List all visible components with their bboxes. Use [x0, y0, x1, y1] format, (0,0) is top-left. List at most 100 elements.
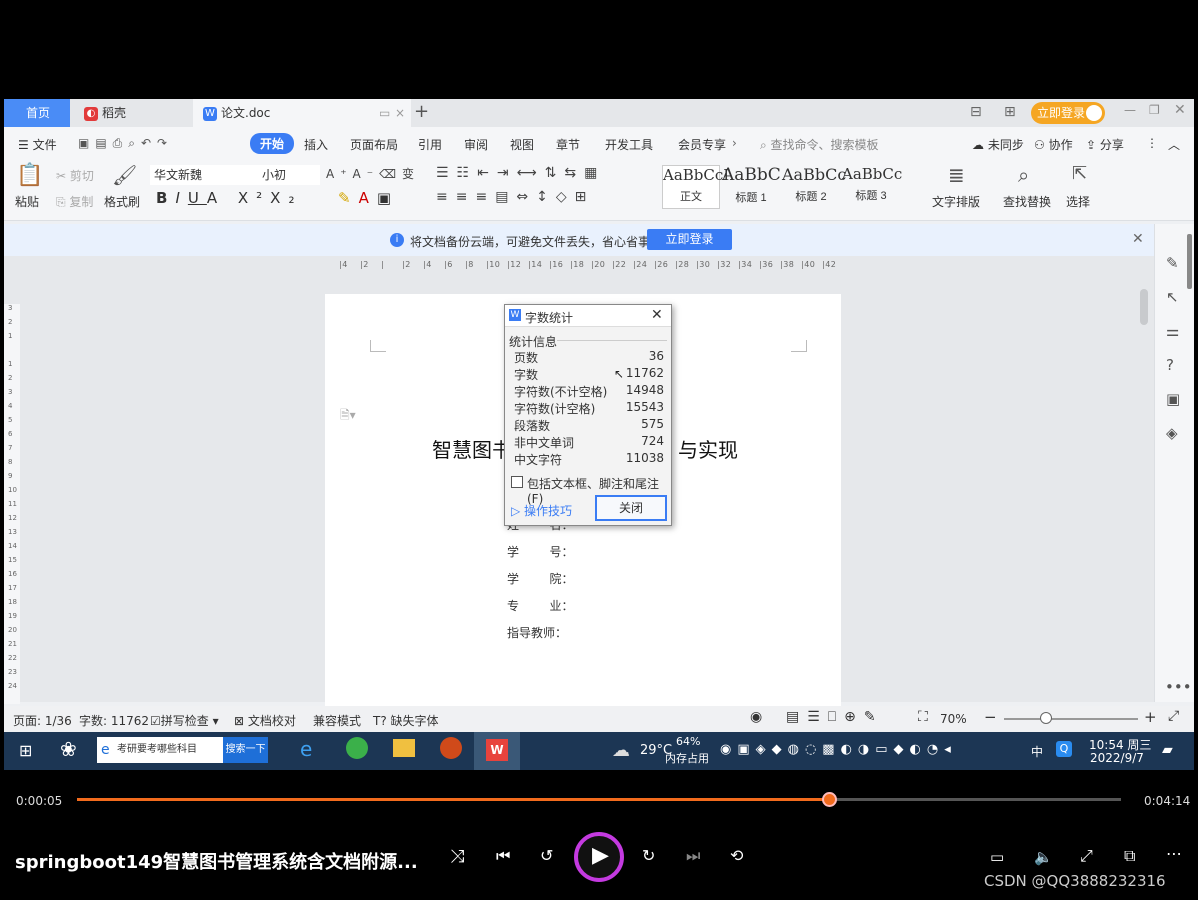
forward-30-icon[interactable]: ↻: [642, 846, 655, 865]
menu-member[interactable]: 会员专享: [678, 136, 726, 153]
major-field[interactable]: 专 业：: [507, 597, 574, 614]
side-scroll-handle[interactable]: [1187, 234, 1192, 289]
font-format-tools[interactable]: BIUA X²X₂: [156, 189, 302, 207]
browser-360-icon[interactable]: [346, 737, 368, 759]
align-tools[interactable]: ≡≡≡▤⇔↕◇⊞: [436, 189, 594, 205]
windows-start-icon[interactable]: ⊞: [19, 741, 32, 760]
ninja-app-icon[interactable]: [440, 737, 462, 759]
menu-references[interactable]: 引用: [418, 136, 442, 153]
collab-button[interactable]: ⚇ 协作: [1034, 136, 1073, 153]
edit-icon[interactable]: ✎: [1166, 254, 1179, 272]
share-button[interactable]: ⇪ 分享: [1086, 136, 1124, 153]
layout-icon[interactable]: ⊟: [970, 104, 982, 120]
college-field[interactable]: 学 院：: [507, 570, 574, 587]
menu-dev-tools[interactable]: 开发工具: [605, 136, 653, 153]
ie-icon[interactable]: e: [300, 737, 312, 761]
minimize-icon[interactable]: —: [1124, 103, 1136, 117]
tab-document[interactable]: W 论文.doc ▭ ×: [193, 99, 411, 127]
pip-icon[interactable]: ⧉: [1124, 846, 1135, 866]
tab-daoke[interactable]: ◐ 稻壳: [74, 99, 189, 127]
loop-icon[interactable]: ⟲: [730, 846, 743, 865]
pointer-icon[interactable]: ↖: [1166, 288, 1179, 306]
notification-icon[interactable]: ▰: [1162, 742, 1173, 758]
zoom-out-icon[interactable]: −: [984, 708, 997, 726]
font-family-select[interactable]: 华文新魏: [150, 165, 258, 185]
wps-taskbar-item[interactable]: W: [474, 732, 520, 770]
tray-icons[interactable]: ◉▣◈◆◍◌▩◐◑▭◆◐◔◂: [720, 742, 957, 757]
paste-icon[interactable]: 📋: [16, 163, 43, 188]
style-heading1[interactable]: AaBbC 标题 1: [722, 165, 781, 209]
eye-icon[interactable]: ◉: [750, 709, 762, 725]
previous-icon[interactable]: ⏮: [496, 846, 510, 866]
find-replace-button[interactable]: 查找替换: [1003, 193, 1051, 210]
quick-access-icons[interactable]: ▣▤⎙⌕↶↷: [78, 136, 173, 151]
taskbar-search-button[interactable]: 搜索一下: [223, 737, 268, 763]
settings-icon[interactable]: ⚌: [1166, 322, 1179, 340]
more-menu-icon[interactable]: ⋮: [1146, 136, 1158, 150]
menu-file[interactable]: ☰ 文件: [18, 136, 57, 153]
close-window-icon[interactable]: ✕: [1174, 102, 1186, 118]
spell-check-button[interactable]: ☑拼写检查 ▾: [150, 712, 219, 729]
tab-home[interactable]: 首页: [4, 99, 70, 127]
menu-chapter[interactable]: 章节: [556, 136, 580, 153]
restore-tab-icon[interactable]: ▭: [379, 99, 390, 127]
dialog-close-icon[interactable]: ✕: [651, 307, 663, 323]
paste-button[interactable]: 粘贴: [15, 193, 39, 210]
more-tools-icon[interactable]: •••: [1165, 678, 1192, 696]
new-tab-button[interactable]: +: [414, 101, 429, 122]
next-icon[interactable]: ⏭: [686, 846, 700, 866]
qq-icon[interactable]: Q: [1056, 741, 1072, 757]
rewind-10-icon[interactable]: ↺: [540, 846, 553, 865]
style-normal[interactable]: AaBbCcI 正文: [662, 165, 729, 209]
login-button[interactable]: 立即登录: [1031, 102, 1105, 124]
close-tab-icon[interactable]: ×: [395, 99, 405, 127]
menu-more-icon[interactable]: ›: [732, 136, 737, 150]
tips-link[interactable]: ▷ 操作技巧: [511, 502, 572, 519]
cut-button[interactable]: ✂ 剪切: [56, 167, 94, 184]
menu-page-layout[interactable]: 页面布局: [350, 136, 398, 153]
collapse-ribbon-icon[interactable]: ︿: [1168, 136, 1180, 153]
command-search[interactable]: ⌕ 查找命令、搜索模板: [760, 136, 879, 153]
shuffle-icon[interactable]: ⤨: [450, 846, 464, 867]
more-options-icon[interactable]: ⋯: [1166, 844, 1182, 863]
font-size-select[interactable]: 小初: [258, 165, 320, 185]
advisor-field[interactable]: 指导教师：: [507, 624, 567, 641]
view-mode-icons[interactable]: ▤☰⎕⊕✎: [786, 709, 884, 725]
page-indicator[interactable]: 页面: 1/36: [13, 712, 72, 729]
zoom-slider-handle[interactable]: [1040, 712, 1052, 724]
close-notice-icon[interactable]: ✕: [1132, 231, 1144, 247]
font-size-tools[interactable]: A⁺A⁻⌫变: [326, 165, 420, 182]
include-checkbox[interactable]: [511, 476, 523, 488]
select-button[interactable]: 选择: [1066, 193, 1090, 210]
zoom-in-icon[interactable]: +: [1144, 708, 1157, 726]
expand-icon[interactable]: ⤢: [1080, 846, 1093, 866]
taskbar-search-input[interactable]: e 考研要考哪些科目: [97, 737, 223, 763]
app-launcher-icon[interactable]: ❀: [60, 737, 77, 761]
fullscreen-icon[interactable]: ⤢: [1168, 708, 1179, 724]
proofread-button[interactable]: ⊠ 文档校对: [234, 712, 296, 729]
style-heading2[interactable]: AaBbCc 标题 2: [782, 165, 846, 209]
volume-icon[interactable]: 🔈: [1034, 848, 1053, 866]
scrollbar-thumb[interactable]: [1140, 289, 1148, 325]
list-tools[interactable]: ☰☷⇤⇥⟷⇅⇆▦: [436, 165, 605, 181]
dialog-close-button[interactable]: 关闭: [595, 495, 667, 521]
maximize-icon[interactable]: ❐: [1149, 103, 1160, 117]
progress-handle[interactable]: [821, 792, 837, 807]
highlight-tools[interactable]: ✎A▣: [338, 189, 399, 207]
image-tool-icon[interactable]: ▣: [1166, 390, 1180, 408]
menu-insert[interactable]: 插入: [304, 136, 328, 153]
zoom-slider-track[interactable]: [1004, 718, 1138, 720]
menu-start[interactable]: 开始: [250, 133, 295, 154]
ime-indicator[interactable]: 中: [1031, 743, 1043, 760]
style-heading3[interactable]: AaBbCc 标题 3: [842, 165, 902, 209]
compass-icon[interactable]: ◈: [1166, 424, 1178, 442]
id-field[interactable]: 学 号：: [507, 543, 574, 560]
play-button[interactable]: ▶: [574, 832, 624, 882]
subtitles-icon[interactable]: ▭: [990, 848, 1004, 866]
sync-button[interactable]: ☁ 未同步: [972, 136, 1024, 153]
missing-font-button[interactable]: T? 缺失字体: [373, 712, 439, 729]
zoom-level[interactable]: 70%: [940, 712, 967, 726]
help-icon[interactable]: ?: [1166, 356, 1174, 374]
menu-review[interactable]: 审阅: [464, 136, 488, 153]
copy-button[interactable]: ⎘ 复制: [56, 193, 93, 210]
